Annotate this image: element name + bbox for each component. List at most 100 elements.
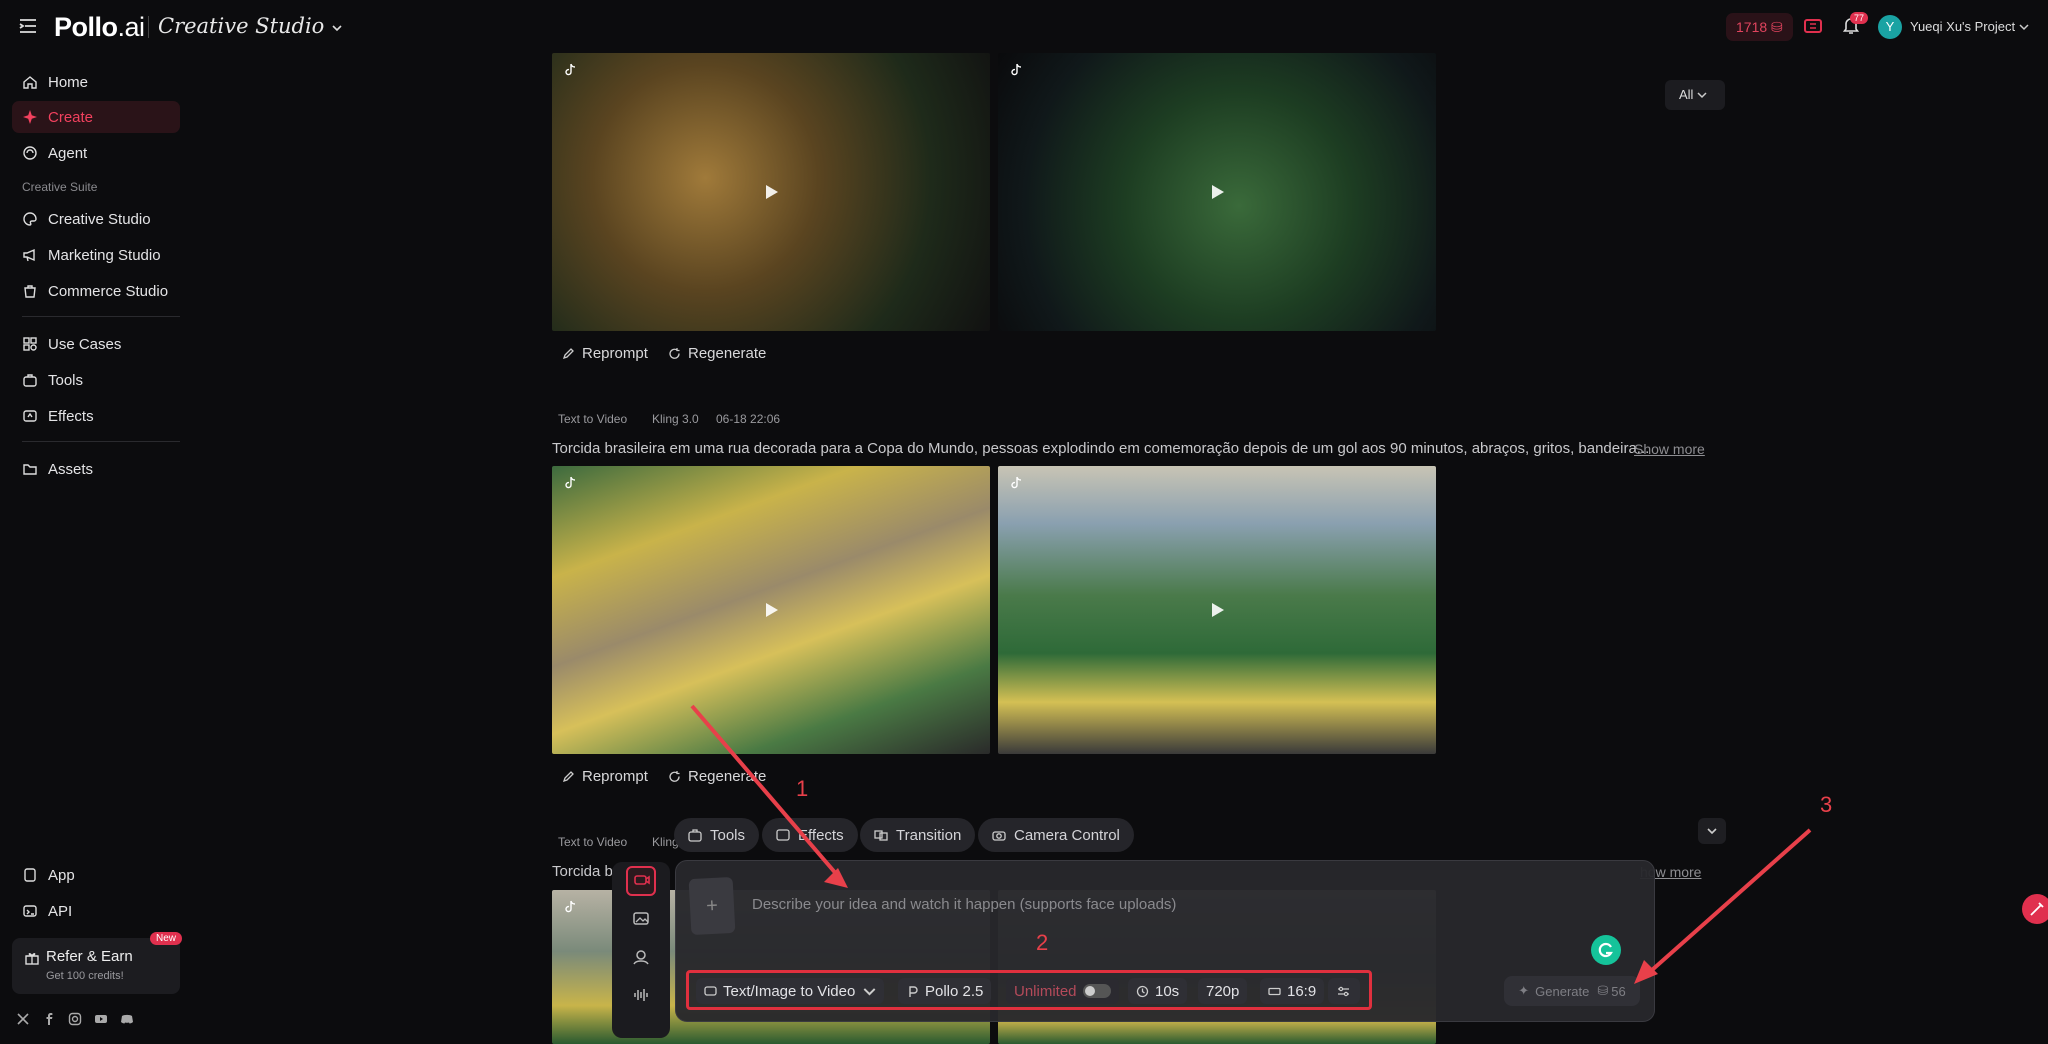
avatar-mode-button[interactable] bbox=[626, 942, 656, 972]
mode-selector-label: Text/Image to Video bbox=[723, 982, 856, 1000]
chevron-down-icon bbox=[1707, 828, 1717, 835]
reprompt-button[interactable]: Reprompt bbox=[562, 768, 648, 785]
sidebar-item-create[interactable]: Create bbox=[12, 101, 180, 133]
notification-count-badge: 77 bbox=[1850, 12, 1869, 24]
pencil-icon bbox=[562, 771, 574, 783]
video-chat-icon bbox=[704, 985, 717, 996]
refer-subtitle: Get 100 credits! bbox=[46, 970, 124, 982]
filter-value: All bbox=[1679, 87, 1694, 102]
regenerate-button[interactable]: Regenerate bbox=[668, 768, 766, 785]
instagram-icon[interactable] bbox=[68, 1012, 82, 1026]
filter-dropdown[interactable]: All bbox=[1665, 80, 1725, 110]
avatar[interactable]: Y bbox=[1878, 15, 1902, 39]
pollo-logo[interactable]: Pollo.ai bbox=[54, 12, 145, 43]
credits-value: 1718 bbox=[1736, 19, 1768, 35]
facebook-icon[interactable] bbox=[42, 1012, 56, 1026]
grammarly-icon[interactable] bbox=[1591, 935, 1621, 965]
refer-earn-card[interactable]: Refer & Earn Get 100 credits! New bbox=[12, 932, 182, 994]
regenerate-label: Regenerate bbox=[688, 768, 767, 785]
video-thumbnail[interactable] bbox=[552, 53, 990, 331]
coin-icon: ⛁ bbox=[1597, 983, 1609, 998]
play-icon bbox=[766, 603, 778, 617]
ratio-selector[interactable]: 16:9 bbox=[1260, 978, 1325, 1004]
sparkle-icon bbox=[23, 110, 37, 124]
credits-badge[interactable]: 1718 ⛁ bbox=[1726, 13, 1793, 41]
app-root: Pollo.ai Creative Studio 1718 ⛁ 77 Y Yue… bbox=[0, 0, 2048, 1044]
coin-icon: ⛁ bbox=[1771, 19, 1783, 35]
sidebar-item-effects[interactable]: Effects bbox=[12, 400, 180, 432]
resolution-selector[interactable]: 720p bbox=[1198, 978, 1248, 1004]
chevron-down-icon bbox=[863, 987, 876, 995]
collapse-composer-button[interactable] bbox=[1698, 818, 1726, 844]
ticket-icon[interactable] bbox=[1802, 15, 1824, 37]
social-links bbox=[16, 1012, 134, 1026]
audio-mode-button[interactable] bbox=[626, 980, 656, 1010]
sidebar-item-marketing-studio[interactable]: Marketing Studio bbox=[12, 239, 180, 271]
sidebar-item-home[interactable]: Home bbox=[12, 66, 180, 98]
toolbox-icon bbox=[23, 374, 37, 387]
show-more-link[interactable]: Show more bbox=[1634, 441, 1705, 457]
studio-title-label: Creative Studio bbox=[158, 14, 325, 38]
chevron-down-icon bbox=[1697, 92, 1707, 99]
video-thumbnail[interactable] bbox=[552, 466, 990, 754]
refresh-icon bbox=[669, 348, 680, 359]
reprompt-label: Reprompt bbox=[582, 345, 648, 362]
effects-icon bbox=[776, 829, 790, 841]
text-image-to-video-mode-button[interactable] bbox=[626, 866, 656, 896]
regenerate-button[interactable]: Regenerate bbox=[668, 345, 766, 362]
sidebar-item-commerce-studio[interactable]: Commerce Studio bbox=[12, 275, 180, 307]
home-icon bbox=[23, 76, 37, 89]
play-icon bbox=[766, 185, 778, 199]
camera-control-chip[interactable]: Camera Control bbox=[978, 818, 1134, 852]
video-chat-icon bbox=[634, 875, 650, 885]
sidebar: Home Create Agent Creative Suite Creativ… bbox=[0, 52, 190, 1044]
header-divider bbox=[148, 16, 149, 38]
video-thumbnail[interactable] bbox=[998, 53, 1436, 331]
tiktok-icon bbox=[565, 900, 576, 913]
model-name: Kling 3.0 bbox=[652, 412, 699, 426]
image-mode-button[interactable] bbox=[626, 904, 656, 934]
mode-selector[interactable]: Text/Image to Video bbox=[696, 978, 885, 1004]
tiktok-icon bbox=[565, 476, 576, 489]
unlimited-toggle[interactable]: Unlimited bbox=[1006, 978, 1119, 1004]
ratio-label: 16:9 bbox=[1287, 982, 1317, 1000]
discord-icon[interactable] bbox=[120, 1012, 134, 1026]
model-selector-label: Pollo 2.5 bbox=[925, 982, 984, 1000]
transition-chip[interactable]: Transition bbox=[860, 818, 976, 852]
youtube-icon[interactable] bbox=[94, 1012, 108, 1026]
sidebar-item-use-cases[interactable]: Use Cases bbox=[12, 328, 180, 360]
duration-selector[interactable]: 10s bbox=[1128, 978, 1188, 1004]
api-icon bbox=[23, 905, 37, 917]
upload-image-button[interactable]: + bbox=[688, 876, 736, 936]
transition-chip-label: Transition bbox=[896, 826, 962, 844]
project-switcher[interactable]: Yueqi Xu's Project bbox=[1910, 19, 2029, 34]
video-thumbnail[interactable] bbox=[998, 466, 1436, 754]
sidebar-item-agent[interactable]: Agent bbox=[12, 137, 180, 169]
megaphone-icon bbox=[23, 248, 35, 262]
floating-tools-pill[interactable] bbox=[2022, 894, 2048, 924]
sidebar-item-tools[interactable]: Tools bbox=[12, 364, 180, 396]
sidebar-item-creative-studio[interactable]: Creative Studio bbox=[12, 203, 180, 235]
sidebar-item-app[interactable]: App bbox=[12, 859, 180, 891]
effects-chip[interactable]: Effects bbox=[762, 818, 858, 852]
prompt-input[interactable] bbox=[752, 874, 1552, 934]
sidebar-item-assets[interactable]: Assets bbox=[12, 453, 180, 485]
generate-button[interactable]: ✦ Generate ⛁ 56 bbox=[1504, 976, 1640, 1006]
x-icon[interactable] bbox=[16, 1012, 30, 1026]
studio-switcher[interactable]: Creative Studio bbox=[158, 14, 343, 38]
waveform-icon bbox=[634, 989, 648, 1001]
reprompt-button[interactable]: Reprompt bbox=[562, 345, 648, 362]
menu-toggle-icon[interactable] bbox=[18, 16, 38, 36]
sidebar-item-api[interactable]: API bbox=[12, 895, 180, 927]
aspect-ratio-icon bbox=[1268, 987, 1281, 995]
tiktok-icon bbox=[1011, 476, 1022, 489]
resolution-label: 720p bbox=[1206, 982, 1240, 1000]
unlimited-switch[interactable] bbox=[1082, 984, 1111, 998]
tools-chip[interactable]: Tools bbox=[674, 818, 760, 852]
sidebar-item-label: API bbox=[48, 902, 73, 920]
model-selector[interactable]: Pollo 2.5 bbox=[898, 978, 992, 1004]
image-icon bbox=[633, 912, 649, 925]
folder-icon bbox=[23, 464, 37, 475]
advanced-settings-button[interactable] bbox=[1328, 978, 1360, 1004]
phone-icon bbox=[24, 868, 36, 882]
